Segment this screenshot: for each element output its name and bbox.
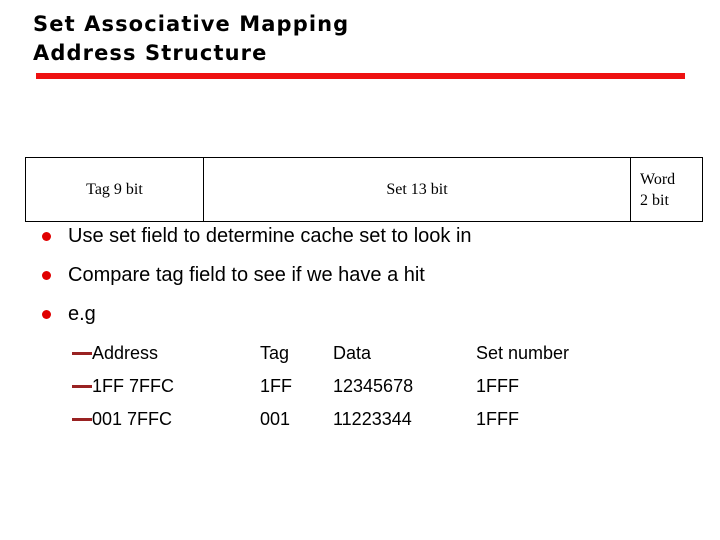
page-title-line-2: Address Structure <box>33 41 268 65</box>
example-header-address: Address <box>92 343 159 363</box>
example-header-set-number: Set number <box>476 343 570 363</box>
address-structure-diagram: Tag 9 bit Set 13 bit Word 2 bit <box>25 157 703 222</box>
table-row: 1FF 7FFC 1FF 12345678 1FFF <box>72 373 692 406</box>
table-row: 001 7FFC 001 11223344 1FFF <box>72 406 692 439</box>
example-cell-data: 12345678 <box>333 376 414 396</box>
example-cell-set-number: 1FFF <box>476 409 519 429</box>
example-table: Address Tag Data Set number 1FF 7FFC 1FF… <box>72 340 692 439</box>
bullet-dot-icon <box>42 310 51 319</box>
list-item: Compare tag field to see if we have a hi… <box>42 260 702 299</box>
dash-bullet-icon <box>72 385 92 388</box>
address-field-word-label-line2: 2 bit <box>640 191 669 209</box>
example-cell-tag: 1FF <box>260 376 293 396</box>
address-field-set-label: Set 13 bit <box>386 180 448 198</box>
address-field-tag: Tag 9 bit <box>26 158 204 221</box>
address-field-set: Set 13 bit <box>204 158 631 221</box>
title-divider-rule <box>36 73 685 79</box>
address-field-word: Word 2 bit <box>631 158 702 221</box>
bullet-item-text: e.g <box>68 303 96 325</box>
table-row: Address Tag Data Set number <box>72 340 692 373</box>
example-cell-address: 001 7FFC <box>92 409 173 429</box>
example-cell-set-number: 1FFF <box>476 376 519 396</box>
address-field-tag-label: Tag 9 bit <box>86 180 143 198</box>
example-cell-address: 1FF 7FFC <box>92 376 175 396</box>
dash-bullet-icon <box>72 418 92 421</box>
example-cell-data: 11223344 <box>333 409 412 429</box>
bullet-list: Use set field to determine cache set to … <box>42 221 702 338</box>
list-item: Use set field to determine cache set to … <box>42 221 702 260</box>
bullet-dot-icon <box>42 232 51 241</box>
example-header-data: Data <box>333 343 372 363</box>
bullet-dot-icon <box>42 271 51 280</box>
list-item: e.g <box>42 299 702 338</box>
page-title: Set Associative Mapping Address Structur… <box>33 10 693 68</box>
example-cell-tag: 001 <box>260 409 291 429</box>
bullet-item-text: Compare tag field to see if we have a hi… <box>68 264 425 286</box>
example-header-tag: Tag <box>260 343 290 363</box>
dash-bullet-icon <box>72 352 92 355</box>
bullet-item-text: Use set field to determine cache set to … <box>68 225 472 247</box>
page-title-line-1: Set Associative Mapping <box>33 12 350 36</box>
address-field-word-label-line1: Word <box>640 170 676 188</box>
